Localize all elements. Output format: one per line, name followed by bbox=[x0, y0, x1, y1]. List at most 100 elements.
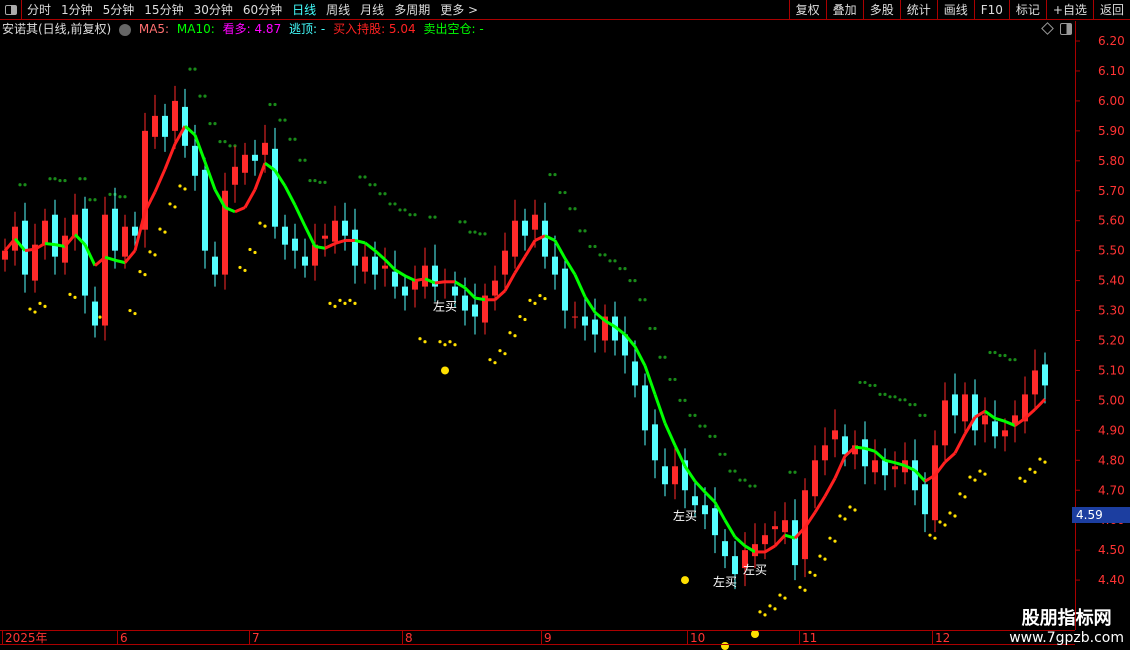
resistance-dot bbox=[18, 183, 22, 187]
candlestick-chart[interactable]: 6.20 6.10 6.00 5.90 5.80 5.70 5.60 5.50 5.40 5.30… bbox=[0, 0, 1130, 650]
ma-line-segment bbox=[114, 258, 126, 265]
support-dot bbox=[828, 536, 832, 540]
resistance-dot bbox=[408, 213, 412, 217]
support-dot bbox=[818, 554, 822, 558]
candle-body bbox=[2, 250, 8, 260]
ma-line-segment bbox=[314, 244, 326, 250]
y-tick-label: 5.40 bbox=[1098, 274, 1125, 288]
resistance-dot bbox=[578, 229, 582, 233]
support-dot bbox=[333, 304, 337, 308]
resistance-dot bbox=[188, 67, 192, 71]
y-tick-label: 4.70 bbox=[1098, 483, 1125, 497]
support-dot bbox=[1023, 479, 1027, 483]
support-dot bbox=[513, 334, 517, 338]
y-tick-label: 5.70 bbox=[1098, 184, 1125, 198]
candle-body bbox=[212, 256, 218, 275]
resistance-dot bbox=[908, 402, 912, 407]
ma-line-segment bbox=[553, 239, 567, 260]
candle-body bbox=[492, 280, 498, 296]
candle-body bbox=[912, 460, 918, 491]
date-tick-label: 8 bbox=[402, 631, 413, 645]
ma-line-segment bbox=[943, 451, 957, 464]
ma-line-segment bbox=[653, 393, 667, 424]
ma-line-segment bbox=[293, 204, 307, 227]
resistance-dot bbox=[473, 230, 477, 234]
support-dot bbox=[338, 298, 342, 302]
resistance-dot bbox=[193, 67, 197, 71]
candle-body bbox=[722, 541, 728, 557]
date-tick-label: 2025年 bbox=[2, 631, 48, 645]
ma-line-segment bbox=[54, 243, 66, 248]
candle-body bbox=[542, 220, 548, 257]
y-tick-label: 5.90 bbox=[1098, 124, 1125, 138]
resistance-dot bbox=[858, 380, 862, 385]
candle-body bbox=[132, 226, 138, 236]
ma-line-segment bbox=[253, 162, 267, 191]
resistance-dot bbox=[638, 298, 642, 302]
support-dot bbox=[853, 508, 857, 512]
resistance-dot bbox=[598, 253, 602, 257]
support-dot bbox=[448, 340, 452, 344]
resistance-dot bbox=[118, 195, 122, 199]
support-dot bbox=[843, 517, 847, 521]
support-dot bbox=[833, 539, 837, 543]
candle-body bbox=[172, 100, 178, 131]
candle-body bbox=[952, 394, 958, 416]
y-axis-divider bbox=[1075, 21, 1076, 630]
resistance-dot bbox=[363, 175, 367, 179]
resistance-dot bbox=[893, 395, 897, 399]
support-dot bbox=[498, 349, 502, 353]
support-dot bbox=[138, 270, 142, 274]
resistance-dot bbox=[383, 192, 387, 196]
candle-body bbox=[822, 445, 828, 461]
support-dot bbox=[1043, 460, 1047, 464]
resistance-dot bbox=[658, 355, 662, 359]
y-tick-label: 6.10 bbox=[1098, 64, 1125, 78]
resistance-dot bbox=[93, 198, 97, 202]
candle-body bbox=[352, 229, 358, 266]
support-dot bbox=[968, 475, 972, 479]
watermark-url: www.7gpzb.com bbox=[1009, 630, 1124, 646]
support-dot bbox=[38, 301, 42, 305]
support-dot bbox=[238, 265, 242, 270]
support-dot bbox=[28, 307, 32, 311]
resistance-dot bbox=[213, 122, 217, 126]
support-dot bbox=[938, 520, 942, 524]
ma-line-segment bbox=[44, 241, 56, 247]
resistance-dot bbox=[303, 158, 307, 162]
ma-line-segment bbox=[764, 544, 776, 554]
candle-body bbox=[562, 268, 568, 311]
support-dot bbox=[778, 593, 782, 597]
resistance-dot bbox=[793, 470, 797, 474]
ma-line-segment bbox=[673, 444, 687, 467]
resistance-dot bbox=[78, 177, 82, 181]
support-dot bbox=[838, 514, 842, 518]
resistance-dot bbox=[428, 215, 432, 219]
candle-body bbox=[842, 436, 848, 455]
support-dot bbox=[533, 301, 537, 305]
resistance-dot bbox=[203, 94, 207, 98]
candle-body bbox=[112, 208, 118, 251]
support-dot bbox=[133, 311, 137, 316]
resistance-dot bbox=[1008, 358, 1012, 362]
resistance-dot bbox=[748, 484, 752, 488]
resistance-dot bbox=[198, 94, 202, 98]
resistance-dot bbox=[663, 355, 667, 359]
resistance-dot bbox=[403, 208, 407, 212]
resistance-dot bbox=[228, 144, 232, 148]
y-tick-label: 6.20 bbox=[1098, 34, 1125, 48]
ma-line-segment bbox=[813, 495, 827, 514]
ma-line-segment bbox=[153, 168, 167, 193]
watermark: 股朋指标网 www.7gpzb.com bbox=[1009, 604, 1124, 646]
support-dot bbox=[153, 253, 157, 257]
ma-line-segment bbox=[243, 188, 257, 209]
date-tick-label: 12 bbox=[932, 631, 950, 645]
support-dot bbox=[758, 610, 762, 614]
support-dot bbox=[848, 505, 852, 509]
candle-body bbox=[812, 460, 818, 497]
candle-body bbox=[692, 496, 698, 506]
ma-line-segment bbox=[24, 247, 36, 253]
ma-line-segment bbox=[703, 490, 717, 504]
resistance-dot bbox=[923, 413, 927, 417]
resistance-dot bbox=[398, 208, 402, 212]
